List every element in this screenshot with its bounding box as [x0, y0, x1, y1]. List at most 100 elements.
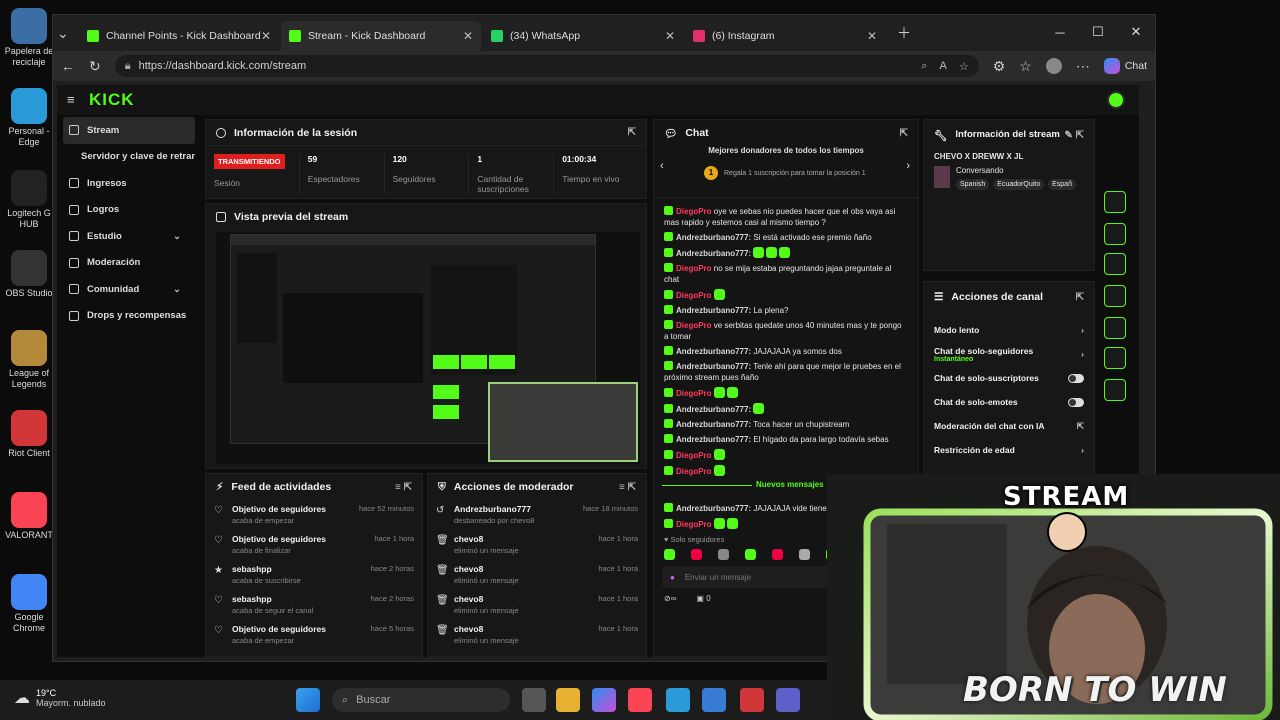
- edit-icon[interactable]: ✎ ⇱: [1064, 130, 1084, 141]
- channel-action[interactable]: Modo lento ›: [924, 318, 1094, 342]
- sidebar-item[interactable]: Comunidad ⌄: [57, 276, 195, 303]
- favorites-icon[interactable]: ☆: [1019, 58, 1032, 75]
- list-item[interactable]: 🗑︎ chevo8 eliminó un mensaje hace 1 hora: [428, 620, 646, 650]
- back-icon[interactable]: ←: [61, 58, 75, 74]
- chat-username[interactable]: Andrezburbano777:: [676, 405, 751, 414]
- kick-logo[interactable]: KICK: [89, 90, 135, 110]
- list-item[interactable]: 🗑︎ chevo8 eliminó un mensaje hace 1 hora: [428, 590, 646, 620]
- close-tab-icon[interactable]: ✕: [867, 29, 877, 43]
- channel-action[interactable]: Chat de solo-seguidores Instantáneo ›: [924, 342, 1094, 366]
- chat-username[interactable]: DiegoPro: [676, 264, 712, 273]
- stream-tag[interactable]: Españ: [1048, 179, 1076, 190]
- sidebar-item[interactable]: Drops y recompensas: [57, 303, 195, 330]
- filter-icon[interactable]: ≡ ⇱: [395, 482, 412, 493]
- list-item[interactable]: ♡ Objetivo de seguidores acaba de finaliza…: [206, 530, 422, 560]
- chat-username[interactable]: Andrezburbano777:: [676, 233, 751, 242]
- chat-username[interactable]: DiegoPro: [676, 321, 712, 330]
- chat-message[interactable]: Andrezburbano777: La plena?: [654, 303, 918, 318]
- file-explorer-icon[interactable]: [556, 688, 580, 712]
- prev-arrow-icon[interactable]: ‹: [660, 160, 664, 172]
- address-bar[interactable]: 🔒︎ https://dashboard.kick.com/stream ⌕ A…: [114, 55, 979, 77]
- chat-username[interactable]: DiegoPro: [676, 467, 712, 476]
- read-aloud-icon[interactable]: A: [939, 60, 946, 73]
- channel-action[interactable]: Moderación del chat con IA ⇱: [924, 414, 1094, 438]
- chat-message[interactable]: DiegoPro: [654, 287, 918, 303]
- desktop-icon[interactable]: VALORANT: [2, 492, 56, 541]
- info-icon[interactable]: [1104, 123, 1126, 145]
- chat-username[interactable]: Andrezburbano777:: [676, 362, 751, 371]
- chat-message[interactable]: Andrezburbano777: El hígado da para larg…: [654, 432, 918, 447]
- list-item[interactable]: 🗑︎ chevo8 eliminó un mensaje hace 1 hora: [428, 530, 646, 560]
- chat-username[interactable]: Andrezburbano777:: [676, 504, 751, 513]
- stream-tag[interactable]: Spanish: [956, 179, 990, 190]
- list-item[interactable]: ♡ Objetivo de seguidores acaba de empezar h…: [206, 500, 422, 530]
- browser-tab[interactable]: (34) WhatsApp ✕: [483, 21, 683, 51]
- toggle-switch[interactable]: [1068, 373, 1084, 383]
- notes-icon[interactable]: [1104, 253, 1126, 275]
- chat-username[interactable]: DiegoPro: [676, 291, 712, 300]
- close-window-icon[interactable]: ✕: [1117, 15, 1155, 49]
- valorant-taskbar-icon[interactable]: [628, 688, 652, 712]
- stream-tag[interactable]: EcuadorQuito: [993, 179, 1045, 190]
- refresh-icon[interactable]: ↻: [89, 58, 101, 75]
- teams-taskbar-icon[interactable]: [776, 688, 800, 712]
- chat-message[interactable]: DiegoPro ve serbitas quedate unos 40 min…: [654, 318, 918, 344]
- chat-message[interactable]: DiegoPro: [654, 447, 918, 463]
- copilot-chat-button[interactable]: Chat: [1103, 58, 1147, 74]
- list-item[interactable]: ↺ Andrezburbano777 desbaneado por chevo8 ha…: [428, 500, 646, 530]
- desktop-icon[interactable]: Google Chrome: [2, 574, 56, 634]
- windows-start-icon[interactable]: [296, 688, 320, 712]
- user-avatar[interactable]: [1107, 91, 1125, 109]
- sidebar-item[interactable]: Stream: [63, 117, 195, 144]
- weather-widget[interactable]: ☁ 19°C Mayorm. nublado: [14, 688, 106, 708]
- more-icon[interactable]: ⋯: [1076, 58, 1090, 75]
- taskbar-search[interactable]: ⌕ Buscar: [332, 688, 510, 712]
- close-tab-icon[interactable]: ✕: [665, 29, 675, 43]
- zoom-icon[interactable]: ⌕: [921, 60, 927, 73]
- desktop-icon[interactable]: Papelera de reciclaje: [2, 8, 56, 68]
- tab-list-chevron-icon[interactable]: ⌄: [57, 25, 79, 42]
- sidebar-item[interactable]: Servidor y clave de retransm: [57, 144, 195, 171]
- channel-action[interactable]: Restricción de edad ›: [924, 438, 1094, 462]
- edit-icon[interactable]: [1104, 151, 1126, 173]
- chat-username[interactable]: Andrezburbano777:: [676, 347, 751, 356]
- chat-message[interactable]: Andrezburbano777: JAJAJAJA ya somos dos: [654, 344, 918, 359]
- chat-username[interactable]: Andrezburbano777:: [676, 249, 751, 258]
- sidebar-item[interactable]: Ingresos: [57, 170, 195, 197]
- lightning-icon[interactable]: [1104, 223, 1126, 245]
- chat-username[interactable]: DiegoPro: [676, 207, 712, 216]
- browser-tab[interactable]: Channel Points - Kick Dashboard ✕: [79, 21, 279, 51]
- chat-message[interactable]: DiegoPro oye ve sebas nio puedes hacer q…: [654, 204, 918, 230]
- broadcast-icon[interactable]: [1104, 317, 1126, 339]
- desktop-icon[interactable]: League of Legends: [2, 330, 56, 390]
- sidebar-item[interactable]: Estudio ⌄: [57, 223, 195, 250]
- maximize-icon[interactable]: ☐: [1079, 15, 1117, 49]
- chat-message[interactable]: Andrezburbano777:: [654, 401, 918, 417]
- chat-username[interactable]: Andrezburbano777:: [676, 435, 751, 444]
- chat-username[interactable]: Andrezburbano777:: [676, 420, 751, 429]
- list-item[interactable]: ★ sebashpp acaba de suscribirse hace 2 hora…: [206, 560, 422, 590]
- external-link-icon[interactable]: ⇱: [1077, 421, 1084, 432]
- close-tab-icon[interactable]: ✕: [261, 29, 271, 43]
- sidebar-item[interactable]: Logros: [57, 197, 195, 224]
- chat-username[interactable]: Andrezburbano777:: [676, 306, 751, 315]
- desktop-icon[interactable]: Riot Client: [2, 410, 56, 459]
- popout-icon[interactable]: ⇱: [900, 128, 908, 139]
- filter-icon[interactable]: ≡ ⇱: [619, 482, 636, 493]
- task-view-icon[interactable]: [522, 688, 546, 712]
- grid-icon[interactable]: [1104, 347, 1126, 369]
- toggle-switch[interactable]: [1068, 397, 1084, 407]
- infinity-icon[interactable]: ⊘∞: [664, 594, 676, 603]
- chat-username[interactable]: DiegoPro: [676, 451, 712, 460]
- list-item[interactable]: 🗑︎ chevo8 eliminó un mensaje hace 1 hora: [428, 560, 646, 590]
- chat-message[interactable]: Andrezburbano777:: [654, 245, 918, 261]
- popout-icon[interactable]: ⇱: [628, 127, 636, 138]
- edge-taskbar-icon[interactable]: [666, 688, 690, 712]
- chat-message[interactable]: DiegoPro no se mija estaba preguntando j…: [654, 261, 918, 287]
- stream-preview-video[interactable]: [216, 232, 640, 464]
- chat-username[interactable]: DiegoPro: [676, 520, 712, 529]
- desktop-icon[interactable]: OBS Studio: [2, 250, 56, 299]
- chat-message[interactable]: DiegoPro: [654, 385, 918, 401]
- chat-message[interactable]: Andrezburbano777: Si está activado ese p…: [654, 230, 918, 245]
- minimize-icon[interactable]: ─: [1041, 15, 1079, 49]
